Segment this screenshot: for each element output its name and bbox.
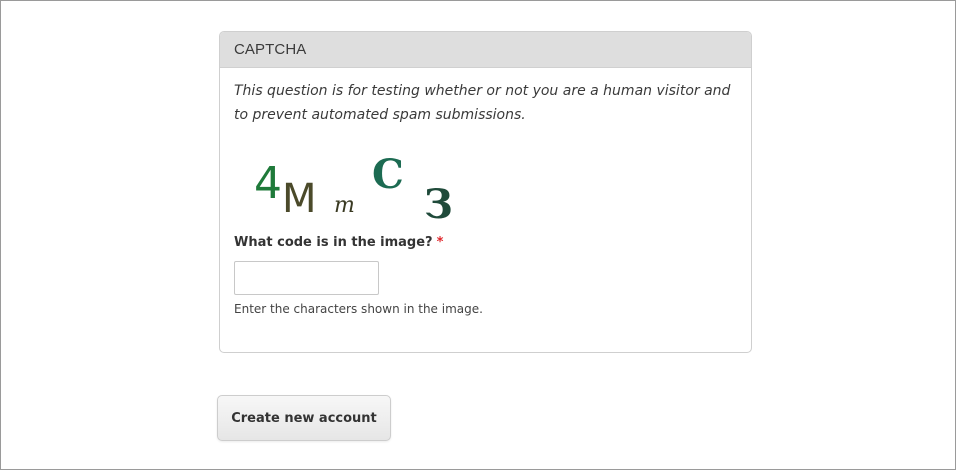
captcha-field-label: What code is in the image? *: [234, 235, 443, 250]
required-marker: *: [436, 235, 444, 250]
captcha-char-1: 4: [254, 158, 282, 209]
captcha-field-label-text: What code is in the image?: [234, 235, 433, 250]
captcha-description: This question is for testing whether or …: [234, 83, 731, 123]
captcha-image: 4 M m C З: [254, 151, 453, 222]
captcha-help-text: Enter the characters shown in the image.: [234, 302, 483, 316]
captcha-input[interactable]: [234, 261, 379, 295]
captcha-char-2: M: [282, 176, 317, 222]
captcha-char-5: З: [424, 181, 453, 222]
captcha-legend: CAPTCHA: [220, 32, 751, 68]
captcha-char-3: m: [334, 193, 355, 218]
captcha-char-4: C: [372, 151, 404, 198]
captcha-fieldset: CAPTCHA This question is for testing whe…: [219, 31, 752, 353]
create-new-account-button[interactable]: Create new account: [217, 395, 391, 441]
